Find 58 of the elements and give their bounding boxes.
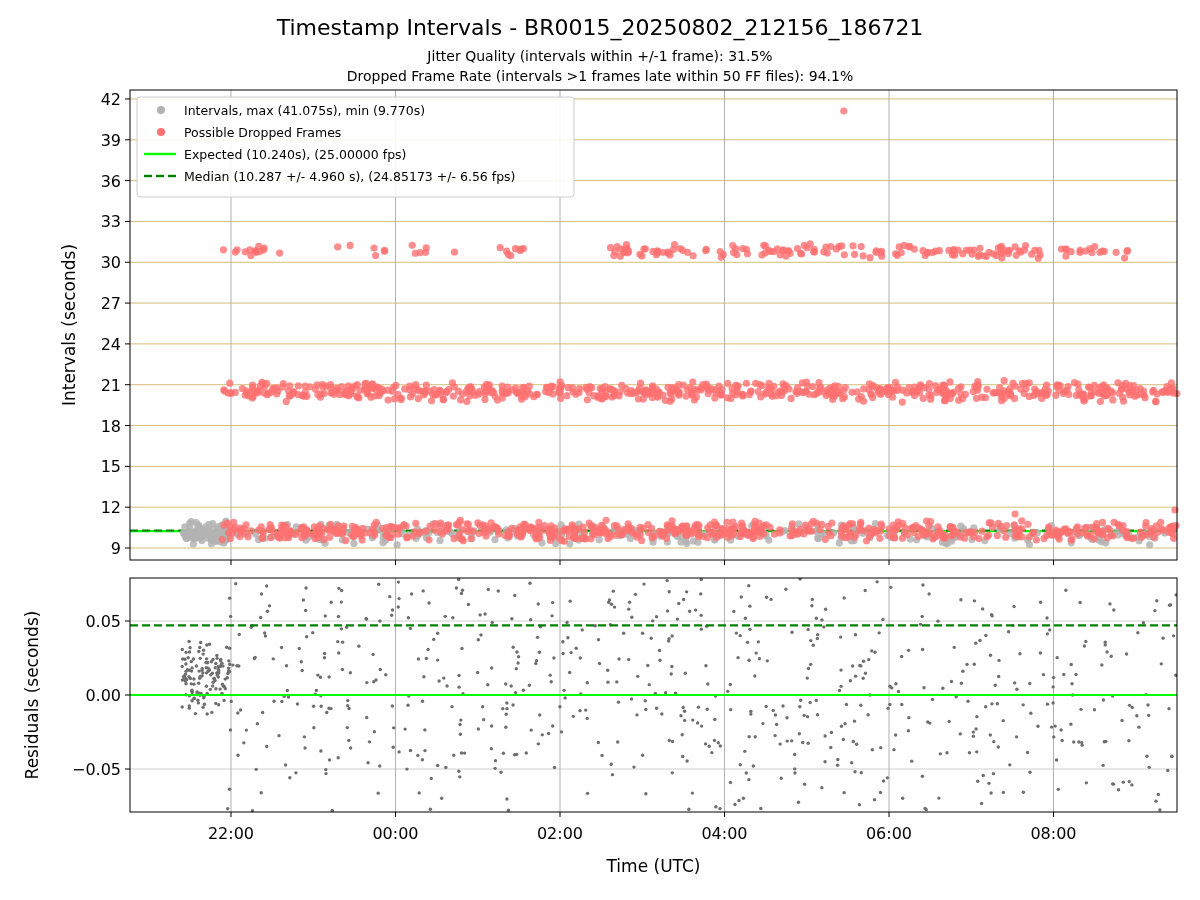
tick-label: 36 bbox=[100, 171, 121, 191]
tick-label: 42 bbox=[100, 90, 121, 109]
chart-title: Timestamp Intervals - BR0015_20250802_212156_186721 bbox=[276, 14, 924, 42]
tick-mark bbox=[888, 811, 890, 818]
tick-label: 15 bbox=[100, 457, 121, 477]
tick-label: 9 bbox=[110, 539, 121, 558]
tick-mark bbox=[124, 302, 131, 304]
axis-title: Intervals (seconds) bbox=[59, 243, 79, 407]
tick-mark bbox=[395, 811, 396, 818]
tick-label: 24 bbox=[100, 334, 121, 354]
tick-label: 04:00 bbox=[701, 824, 748, 843]
tick-mark bbox=[230, 559, 232, 566]
tick-mark bbox=[124, 220, 131, 222]
tick-mark bbox=[1053, 559, 1054, 566]
tick-mark bbox=[1053, 811, 1054, 818]
tick-mark bbox=[230, 811, 232, 818]
tick-label: 18 bbox=[100, 416, 121, 436]
tick-label: 0.00 bbox=[85, 686, 121, 705]
tick-label: 0.05 bbox=[85, 612, 121, 631]
tick-mark bbox=[124, 180, 131, 182]
tick-mark bbox=[124, 465, 131, 467]
tick-label: 39 bbox=[100, 130, 121, 150]
tick-mark bbox=[124, 768, 131, 770]
tick-mark bbox=[124, 261, 131, 263]
tick-label: 02:00 bbox=[536, 824, 584, 843]
axis-title: Residuals (seconds) bbox=[22, 610, 42, 780]
tick-label: 33 bbox=[100, 212, 121, 232]
tick-label: 21 bbox=[100, 375, 121, 395]
legend-label: Possible Dropped Frames bbox=[184, 125, 342, 140]
tick-mark bbox=[559, 811, 561, 818]
legend-label: Expected (10.240s), (25.00000 fps) bbox=[184, 147, 407, 162]
tick-mark bbox=[724, 811, 725, 818]
legend-label: Intervals, max (41.075s), min (9.770s) bbox=[184, 103, 426, 118]
tick-mark bbox=[888, 559, 890, 566]
tick-label: 08:00 bbox=[1030, 824, 1077, 843]
chart-subtitle: Dropped Frame Rate (intervals >1 frames late within 50 FF files): 94.1% bbox=[346, 67, 854, 86]
tick-label: 30 bbox=[100, 253, 121, 273]
tick-label: 12 bbox=[100, 498, 121, 518]
tick-label: 27 bbox=[100, 294, 121, 314]
axis-title: Time (UTC) bbox=[606, 856, 701, 876]
tick-label: 06:00 bbox=[865, 824, 913, 843]
tick-mark bbox=[124, 425, 131, 427]
tick-mark bbox=[124, 384, 131, 386]
tick-label: 00:00 bbox=[372, 824, 419, 843]
tick-mark bbox=[124, 547, 131, 549]
tick-mark bbox=[124, 620, 131, 622]
tick-label: 22:00 bbox=[207, 824, 255, 843]
legend-label: Median (10.287 +/- 4.960 s), (24.85173 +/- 6.56 fps) bbox=[184, 169, 516, 184]
tick-mark bbox=[124, 506, 131, 508]
chart-subtitle: Jitter Quality (intervals within +/-1 frame): 31.5% bbox=[427, 47, 773, 66]
tick-mark bbox=[559, 559, 561, 566]
tick-mark bbox=[395, 559, 396, 566]
tick-mark bbox=[124, 694, 131, 696]
tick-mark bbox=[724, 559, 725, 566]
tick-mark bbox=[124, 139, 131, 141]
tick-mark bbox=[124, 343, 131, 345]
tick-mark bbox=[124, 98, 131, 100]
tick-label: −0.05 bbox=[71, 760, 121, 779]
